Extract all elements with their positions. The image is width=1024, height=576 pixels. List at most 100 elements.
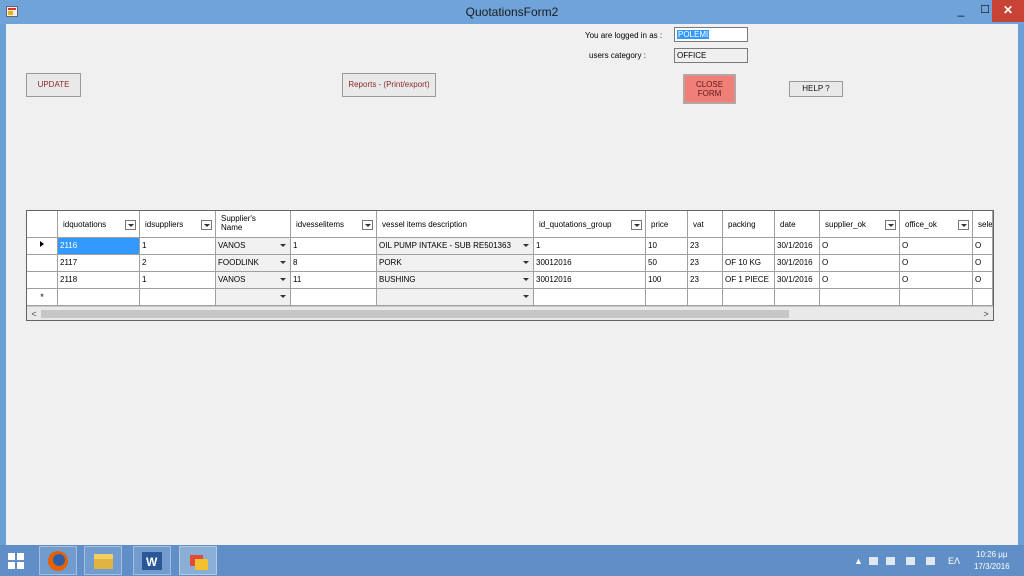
table-cell[interactable]: OF 1 PIECE: [723, 272, 775, 289]
new-row-cell[interactable]: [900, 289, 973, 306]
table-cell[interactable]: 1: [140, 238, 216, 255]
chevron-down-icon[interactable]: [278, 274, 289, 285]
table-cell[interactable]: OF 10 KG: [723, 255, 775, 272]
logged-in-field[interactable]: POLEMI: [674, 27, 748, 42]
volume-icon[interactable]: [926, 557, 935, 565]
table-cell[interactable]: O: [820, 238, 900, 255]
table-cell[interactable]: 1: [291, 238, 377, 255]
chevron-down-icon[interactable]: [278, 257, 289, 268]
table-cell[interactable]: 30/1/2016: [775, 272, 820, 289]
clock-time[interactable]: 10:26 μμ: [976, 550, 1007, 559]
reports-button[interactable]: Reports - (Print/export): [342, 73, 436, 97]
table-cell[interactable]: 100: [646, 272, 688, 289]
filter-dropdown-icon[interactable]: [201, 220, 212, 230]
column-header-office-ok[interactable]: office_ok: [900, 211, 973, 238]
row-header-current[interactable]: [27, 238, 58, 255]
column-header-idvesselitems[interactable]: idvesselitems: [291, 211, 377, 238]
quotations-grid[interactable]: idquotations idsuppliers Supplier's Name…: [26, 210, 994, 321]
new-row-cell[interactable]: [646, 289, 688, 306]
table-cell[interactable]: 30/1/2016: [775, 238, 820, 255]
chevron-down-icon[interactable]: [278, 291, 289, 302]
new-row-cell[interactable]: [775, 289, 820, 306]
firefox-taskbar-button[interactable]: [39, 546, 77, 575]
column-header-price[interactable]: price: [646, 211, 688, 238]
column-header-select[interactable]: selec: [973, 211, 993, 238]
table-cell[interactable]: 2118: [58, 272, 140, 289]
table-cell[interactable]: 10: [646, 238, 688, 255]
close-window-button[interactable]: ✕: [992, 0, 1024, 22]
table-cell[interactable]: 2117: [58, 255, 140, 272]
table-cell[interactable]: 30012016: [534, 255, 646, 272]
filter-dropdown-icon[interactable]: [362, 220, 373, 230]
file-explorer-taskbar-button[interactable]: [84, 546, 122, 575]
new-row-cell[interactable]: [291, 289, 377, 306]
tray-expand-icon[interactable]: ▲: [854, 556, 863, 566]
table-cell[interactable]: O: [973, 238, 993, 255]
table-cell[interactable]: O: [973, 255, 993, 272]
table-cell[interactable]: 1: [534, 238, 646, 255]
table-cell[interactable]: O: [900, 272, 973, 289]
row-header[interactable]: [27, 272, 58, 289]
table-cell[interactable]: [723, 238, 775, 255]
language-indicator[interactable]: EΛ: [948, 556, 960, 566]
clock-date[interactable]: 17/3/2016: [974, 562, 1010, 571]
row-header[interactable]: [27, 255, 58, 272]
chevron-down-icon[interactable]: [521, 257, 532, 268]
power-icon[interactable]: [906, 557, 915, 565]
scroll-left-icon[interactable]: <: [28, 308, 40, 320]
column-header-idsuppliers[interactable]: idsuppliers: [140, 211, 216, 238]
column-header-vessel-items-description[interactable]: vessel items description: [377, 211, 534, 238]
chevron-down-icon[interactable]: [521, 274, 532, 285]
new-row-cell[interactable]: [140, 289, 216, 306]
table-cell[interactable]: O: [820, 255, 900, 272]
new-row-cell[interactable]: [58, 289, 140, 306]
vessel-item-combo[interactable]: OIL PUMP INTAKE - SUB RE501363: [377, 238, 534, 255]
scrollbar-thumb[interactable]: [41, 310, 789, 318]
column-header-id-quotations-group[interactable]: id_quotations_group: [534, 211, 646, 238]
close-form-button[interactable]: CLOSE FORM: [683, 74, 736, 104]
table-cell[interactable]: 8: [291, 255, 377, 272]
action-center-icon[interactable]: [886, 557, 895, 565]
table-cell[interactable]: 11: [291, 272, 377, 289]
chevron-down-icon[interactable]: [521, 291, 532, 302]
filter-dropdown-icon[interactable]: [125, 220, 136, 230]
column-header-date[interactable]: date: [775, 211, 820, 238]
chevron-down-icon[interactable]: [278, 240, 289, 251]
filter-dropdown-icon[interactable]: [631, 220, 642, 230]
vessel-item-combo[interactable]: [377, 289, 534, 306]
table-cell[interactable]: O: [973, 272, 993, 289]
table-cell[interactable]: 50: [646, 255, 688, 272]
table-cell[interactable]: 2: [140, 255, 216, 272]
column-header-idquotations[interactable]: idquotations: [58, 211, 140, 238]
quotations-app-taskbar-button[interactable]: [179, 546, 217, 575]
windows-start-icon[interactable]: [8, 553, 24, 569]
chevron-down-icon[interactable]: [521, 240, 532, 251]
new-row-cell[interactable]: [688, 289, 723, 306]
new-row-marker[interactable]: *: [27, 289, 58, 306]
vessel-item-combo[interactable]: PORK: [377, 255, 534, 272]
update-button[interactable]: UPDATE: [26, 73, 81, 97]
new-row-cell[interactable]: [820, 289, 900, 306]
supplier-name-combo[interactable]: VANOS: [216, 272, 291, 289]
table-cell[interactable]: 23: [688, 238, 723, 255]
network-icon[interactable]: [869, 557, 878, 565]
table-cell[interactable]: 30012016: [534, 272, 646, 289]
word-taskbar-button[interactable]: W: [133, 546, 171, 575]
table-cell[interactable]: O: [900, 238, 973, 255]
supplier-name-combo[interactable]: FOODLINK: [216, 255, 291, 272]
table-cell[interactable]: 23: [688, 272, 723, 289]
table-cell[interactable]: 23: [688, 255, 723, 272]
table-cell[interactable]: 1: [140, 272, 216, 289]
table-cell[interactable]: 30/1/2016: [775, 255, 820, 272]
column-header-vat[interactable]: vat: [688, 211, 723, 238]
users-category-field[interactable]: OFFICE: [674, 48, 748, 63]
new-row-cell[interactable]: [723, 289, 775, 306]
column-header-supplier-name[interactable]: Supplier's Name: [216, 211, 291, 238]
help-button[interactable]: HELP ?: [789, 81, 843, 97]
table-cell[interactable]: O: [900, 255, 973, 272]
minimize-button[interactable]: _: [948, 0, 974, 22]
column-header-packing[interactable]: packing: [723, 211, 775, 238]
table-cell[interactable]: O: [820, 272, 900, 289]
vessel-item-combo[interactable]: BUSHING: [377, 272, 534, 289]
new-row-cell[interactable]: [534, 289, 646, 306]
